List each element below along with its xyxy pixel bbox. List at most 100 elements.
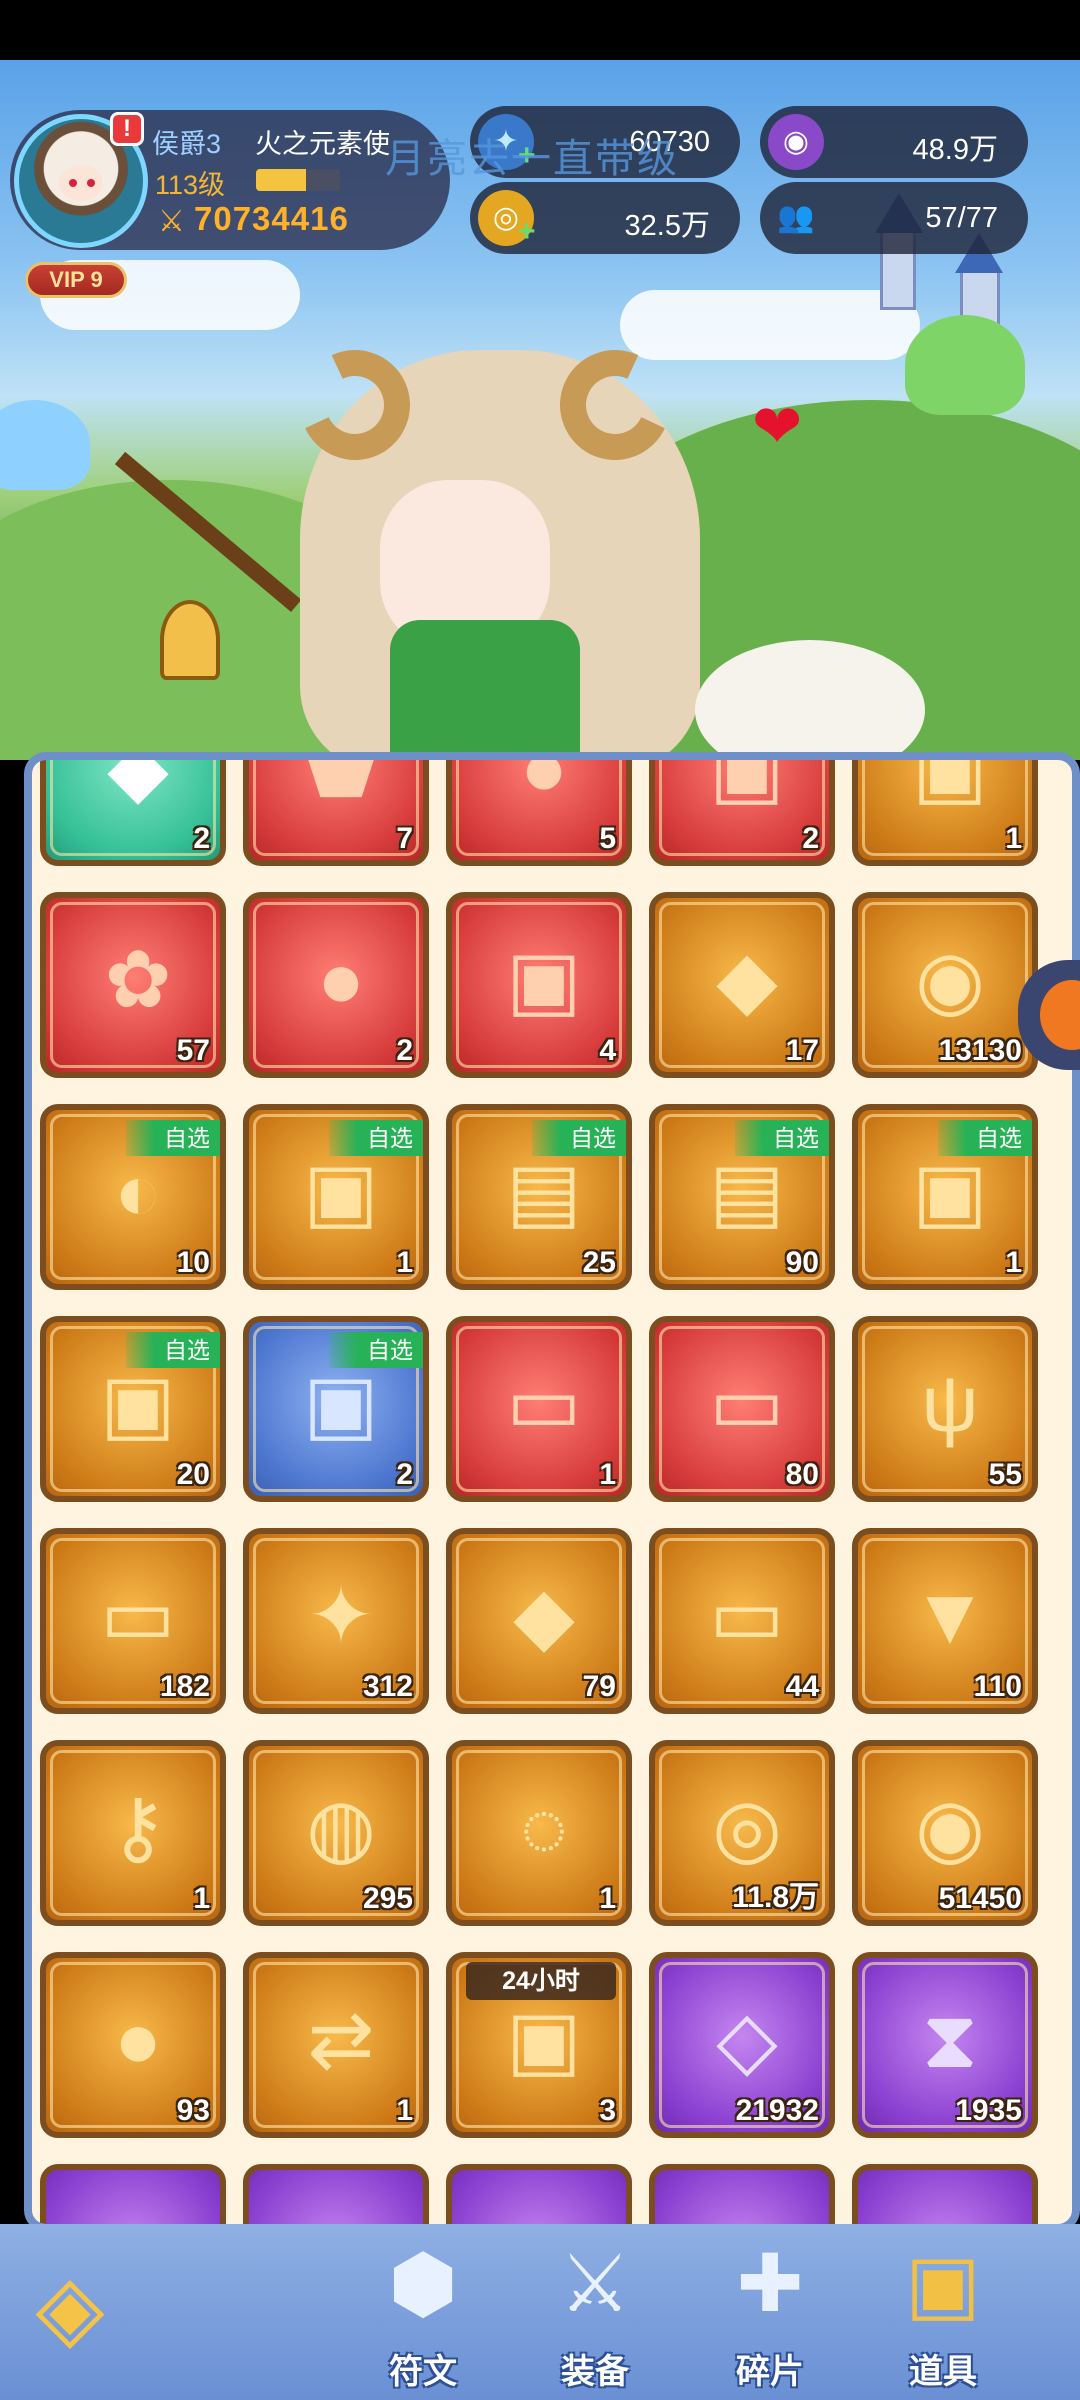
inventory-slot[interactable]: ▣ 4 [446,892,632,1078]
inventory-slot[interactable]: ▣ 自选 1 [243,1104,429,1290]
inventory-slot[interactable]: ⬟ 7 [243,752,429,866]
inventory-slot[interactable]: ⚷ 1 [40,1740,226,1926]
inventory-slot[interactable]: ▣ 2 [649,752,835,866]
resource-friends[interactable]: 👥 57/77 [760,182,1028,254]
inventory-slot[interactable]: ● 93 [40,1952,226,2138]
player-title: 火之元素使 [255,129,390,159]
inventory-slot[interactable]: ◇ 21932 [649,1952,835,2138]
gift-box-icon: ▤ [709,1147,785,1236]
inventory-slot[interactable]: ◉ 51450 [852,1740,1038,1926]
swirl-stone-icon: ◌ [520,1783,568,1872]
overlay-text: 月亮去一直带级 [385,137,679,181]
crossed-swords-icon: ⚔ [559,2239,631,2328]
select-tag: 自选 [329,1120,423,1156]
treasure-chest-icon: ▣ [709,752,785,812]
inventory-slot[interactable] [243,2164,429,2224]
tab-label: 碎片 [736,2353,804,2391]
resource-value: 48.9万 [912,134,998,166]
tab-label: 装备 [561,2353,629,2391]
inventory-slot[interactable]: ◌ 1 [446,1740,632,1926]
dragon-egg-icon: ● [113,1995,163,2084]
bell [160,600,220,680]
tab-rune[interactable]: ⬢ 符文 [348,2226,498,2400]
inventory-slot[interactable]: ▣ 24小时 3 [446,1952,632,2138]
inventory-slot[interactable]: ▣ 自选 20 [40,1316,226,1502]
inventory-slot[interactable]: ▭ 80 [649,1316,835,1502]
inventory-slot[interactable]: ◍ 295 [243,1740,429,1926]
gold-crystal-icon: ◆ [716,935,778,1024]
inventory-slot[interactable]: ⇄ 1 [243,1952,429,2138]
inventory-slot[interactable] [852,2164,1038,2224]
green-crystal-icon: ◆ [513,1571,575,1660]
tab-items[interactable]: ▣ 道具 [868,2226,1018,2400]
item-count: 2 [802,822,819,855]
inventory-slot[interactable]: ▼ 110 [852,1528,1038,1714]
item-count: 2 [193,822,210,855]
purple-coin-icon: ◉ [915,1783,985,1872]
inventory-slot[interactable]: ▣ 自选 1 [852,1104,1038,1290]
inventory-slot[interactable]: ● 5 [446,752,632,866]
inventory-slot[interactable] [649,2164,835,2224]
inventory-slot[interactable]: ⧗ 1935 [852,1952,1038,2138]
item-count: 1935 [955,2094,1022,2127]
select-tag: 自选 [938,1120,1032,1156]
avatar-eye [87,179,95,187]
assistant-icon [1040,980,1080,1050]
sun-ticket-icon: ▭ [709,1359,785,1448]
fire-egg-icon: ● [316,935,366,1024]
inventory-slot[interactable]: ▭ 44 [649,1528,835,1714]
inventory-slot[interactable]: ◉ 13130 [852,892,1038,1078]
vip-badge[interactable]: VIP 9 [25,262,127,298]
inventory-slot[interactable]: ◐ 自选 10 [40,1104,226,1290]
item-count: 10 [176,1246,210,1279]
item-count: 55 [988,1458,1022,1491]
inventory-slot[interactable]: ▭ 1 [446,1316,632,1502]
star-crystal-icon: ✦ [307,1571,375,1660]
resource-gold-coin[interactable]: ◎ + 32.5万 [470,182,740,254]
rainbow-drill-icon: ▼ [910,1571,990,1660]
inventory-slot[interactable]: ▣ 自选 2 [243,1316,429,1502]
scroll-ticket-icon: ▭ [100,1571,176,1660]
gold-key-icon: ⚷ [108,1783,168,1872]
inventory-slot[interactable]: ▤ 自选 25 [446,1104,632,1290]
select-tag: 自选 [329,1332,423,1368]
rune-icon: ⬢ [388,2239,458,2328]
inventory-slot[interactable]: ✦ 312 [243,1528,429,1714]
red-gem-icon: ⬟ [306,752,376,812]
back-arrow-icon[interactable]: ◈ [20,2258,120,2358]
inventory-slot[interactable]: ◆ 17 [649,892,835,1078]
puzzle-piece-icon: ✚ [736,2239,804,2328]
avatar-face [59,165,103,201]
resource-purple-coin[interactable]: ◉ 48.9万 [760,106,1028,178]
gift-egg-icon: ● [519,752,569,812]
timer-tag: 24小时 [466,1962,616,2000]
item-count: 295 [362,1882,413,1915]
avatar-eye [69,179,77,187]
inventory-slot[interactable]: ◎ 11.8万 [649,1740,835,1926]
inventory-slot[interactable]: ◆ 79 [446,1528,632,1714]
inventory-slot[interactable]: ✿ 57 [40,892,226,1078]
diamond-icon: ◇ [716,1995,778,2084]
item-count: 80 [785,1458,819,1491]
item-count: 1 [1005,822,1022,855]
inventory-slot[interactable] [40,2164,226,2224]
inventory-slot[interactable]: ψ 55 [852,1316,1038,1502]
item-count: 57 [176,1034,210,1067]
inventory-slot[interactable]: ▭ 182 [40,1528,226,1714]
hourglass-icon: ⧗ [921,1995,979,2084]
inventory-slot[interactable]: ◆ 2 [40,760,226,866]
tab-fragments[interactable]: ✚ 碎片 [695,2226,845,2400]
inventory-slot[interactable]: ● 2 [243,892,429,1078]
inventory-slot[interactable] [446,2164,632,2224]
plus-icon[interactable]: + [518,217,542,247]
inventory-slot[interactable]: ▣ 1 [852,760,1038,866]
select-tag: 自选 [532,1120,626,1156]
player-rank: 侯爵3 [152,129,222,159]
inventory-slot[interactable]: ▤ 自选 90 [649,1104,835,1290]
item-count: 11.8万 [732,1881,819,1914]
blue-orb-chest-icon: ▣ [303,1359,379,1448]
item-count: 1 [396,1246,413,1279]
item-count: 312 [362,1670,413,1703]
tab-equipment[interactable]: ⚔ 装备 [520,2226,670,2400]
resource-value: 57/77 [925,202,998,234]
